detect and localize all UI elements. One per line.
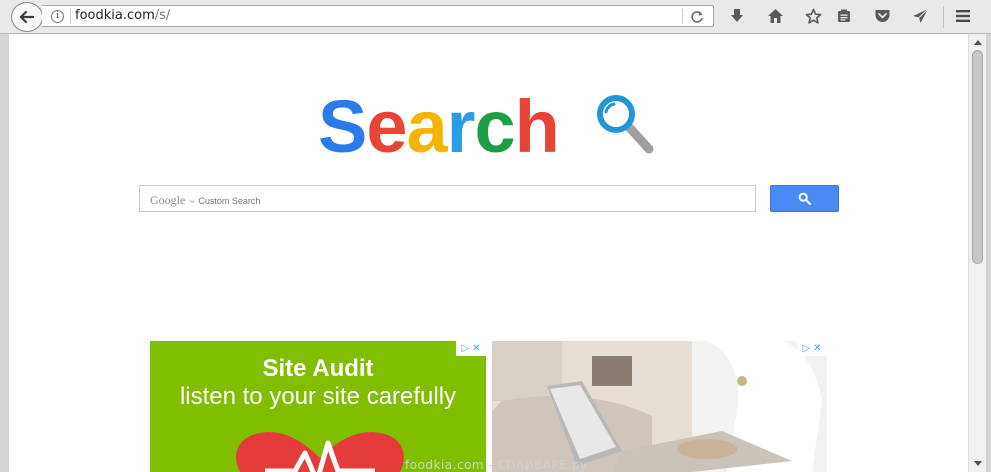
send-icon[interactable] <box>910 6 930 26</box>
back-icon <box>19 10 35 24</box>
logo-letter: c <box>474 85 515 168</box>
hamburger-menu-icon[interactable] <box>953 6 973 26</box>
ad-title: Site Audit <box>262 355 374 382</box>
adchoices-button[interactable]: ▷ ✕ <box>456 341 486 356</box>
search-logo: Search <box>318 84 654 168</box>
watermark: foodkia.com - СПАЙВАРЕ.ру <box>405 458 588 472</box>
adchoices-icon: ▷ <box>461 343 470 354</box>
logo-letter: r <box>446 85 476 168</box>
reload-icon[interactable] <box>689 9 705 25</box>
info-icon[interactable]: i <box>51 10 64 23</box>
bookmark-star-icon[interactable] <box>803 6 823 26</box>
url-text[interactable]: foodkia.com/s/ <box>75 8 170 23</box>
home-icon[interactable] <box>765 6 785 26</box>
reading-list-icon[interactable] <box>834 6 854 26</box>
google-label: Google <box>150 193 186 207</box>
scroll-down-icon[interactable] <box>974 461 982 466</box>
close-icon[interactable]: ✕ <box>472 343 480 354</box>
logo-letter: e <box>366 85 407 168</box>
scroll-thumb[interactable] <box>972 50 983 264</box>
logo-letter: a <box>406 85 448 168</box>
search-icon <box>798 192 811 205</box>
vertical-scrollbar[interactable] <box>968 34 986 472</box>
ad-subtitle: listen to your site carefully <box>179 383 457 410</box>
download-icon[interactable] <box>727 6 747 26</box>
logo-letter: h <box>514 85 560 168</box>
url-path: /s/ <box>154 8 171 23</box>
pocket-icon[interactable] <box>872 6 892 26</box>
window-border-left <box>0 34 9 472</box>
scroll-up-icon[interactable] <box>974 40 982 45</box>
close-icon[interactable]: ✕ <box>813 343 821 354</box>
laptop-photo <box>492 341 827 472</box>
magnifier-icon <box>597 95 654 154</box>
search-button[interactable] <box>770 185 839 212</box>
logo-letter: S <box>318 85 367 168</box>
window-border-right <box>986 34 991 472</box>
adchoices-button-right[interactable]: ▷ ✕ <box>797 341 827 356</box>
logo-text: Search <box>318 85 560 168</box>
url-domain: foodkia.com <box>75 8 155 23</box>
heart-graphic <box>236 432 404 472</box>
site-audit-ad[interactable]: Site Audit listen to your site carefully… <box>150 341 486 472</box>
url-bar[interactable]: i foodkia.com/s/ <box>42 5 714 27</box>
search-placeholder: Google ™ Custom Search <box>150 193 261 207</box>
photo-ad[interactable]: ▷ ✕ <box>492 341 827 472</box>
back-button[interactable] <box>11 2 43 32</box>
browser-toolbar: i foodkia.com/s/ <box>0 0 991 34</box>
search-input[interactable]: Google ™ Custom Search <box>139 185 756 212</box>
custom-search-label: Custom Search <box>198 196 261 206</box>
adchoices-icon: ▷ <box>802 343 811 354</box>
